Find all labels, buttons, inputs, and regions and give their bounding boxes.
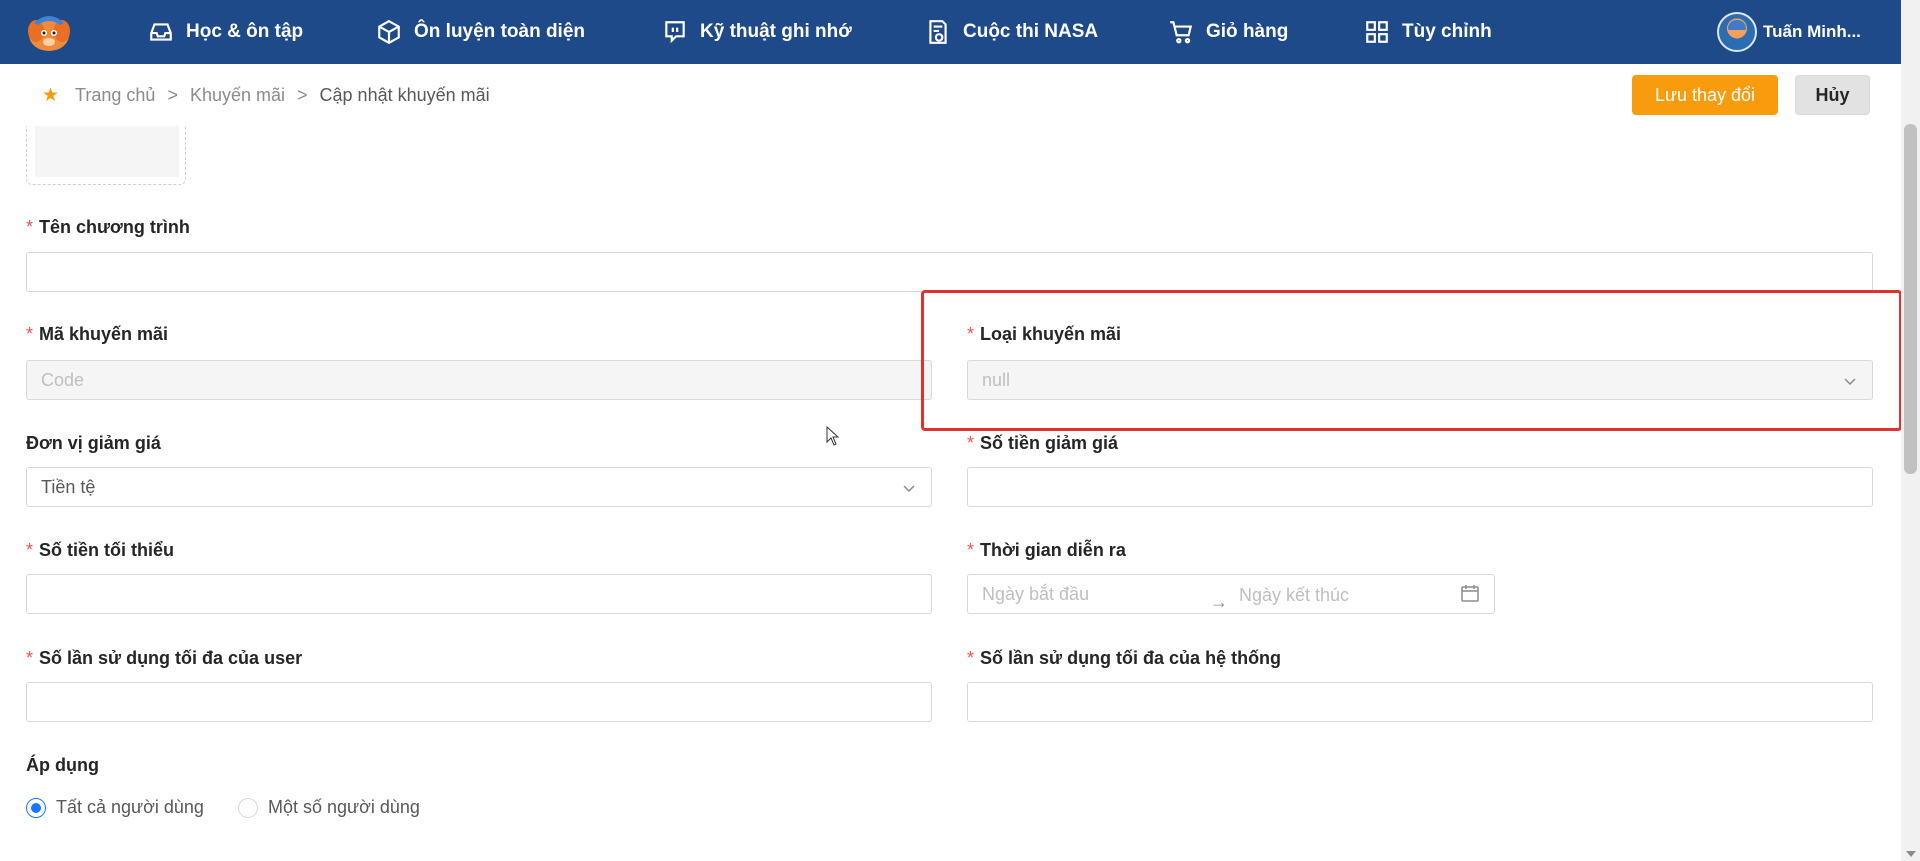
discount-unit-label: Đơn vị giảm giá [26, 433, 161, 453]
required-mark: * [26, 648, 34, 668]
avatar [1717, 12, 1757, 52]
start-date-input[interactable]: Ngày bắt đầu [982, 584, 1089, 605]
star-icon: ★ [42, 84, 60, 106]
radio-button[interactable] [26, 797, 46, 818]
inbox-icon [150, 23, 172, 41]
nav-item-label: Kỹ thuật ghi nhớ [700, 21, 852, 42]
date-range-arrow: → [1210, 592, 1228, 612]
required-mark: * [967, 648, 975, 668]
calendar-icon [1461, 585, 1479, 602]
image-upload[interactable] [26, 126, 186, 185]
save-button[interactable]: Lưu thay đổi [1632, 75, 1778, 115]
max-use-system-input[interactable] [967, 682, 1873, 722]
nav-item-label: Học & ôn tập [186, 21, 304, 42]
discount-unit-select[interactable]: Tiền tệ [26, 467, 932, 507]
breadcrumb-separator: > [167, 84, 178, 105]
logo[interactable] [24, 11, 74, 53]
nav-item-label: Tùy chỉnh [1402, 21, 1492, 42]
chevron-down-icon [903, 485, 915, 493]
max-use-system-label: * Số lần sử dụng tối đa của hệ thống [967, 648, 1282, 668]
user-name: Tuấn Minh... [1763, 22, 1861, 41]
scroll-down-arrow-icon[interactable] [1906, 851, 1916, 857]
chat-bubble-icon [665, 21, 685, 44]
date-range-picker[interactable]: Ngày bắt đầu [967, 574, 1495, 614]
cancel-button[interactable]: Hủy [1795, 75, 1870, 115]
highlight-box [921, 290, 1902, 431]
scrollbar-thumb[interactable] [1904, 124, 1917, 474]
cube-icon [378, 19, 400, 45]
nav-item-memory[interactable]: Kỹ thuật ghi nhớ [662, 0, 852, 64]
nav-item-label: Ôn luyện toàn diện [414, 21, 586, 42]
user-menu[interactable]: Tuấn Minh... [1717, 10, 1861, 54]
radio-all-users[interactable]: Tất cả người dùng [26, 797, 204, 818]
document-badge-icon [929, 20, 947, 44]
radio-label: Tất cả người dùng [56, 797, 204, 817]
breadcrumb-separator: > [297, 84, 308, 105]
top-nav: Học & ôn tập Ôn luyện toàn diện Kỹ thuật… [0, 0, 1901, 64]
max-use-user-label: * Số lần sử dụng tối đa của user [26, 648, 303, 668]
nav-item-label: Cuộc thi NASA [963, 21, 1099, 42]
nav-item-label: Giỏ hàng [1206, 21, 1289, 42]
nav-item-cart[interactable]: Giỏ hàng [1168, 0, 1288, 64]
breadcrumb: ★ Trang chủ > Khuyến mãi > Cập nhật khuy… [42, 82, 490, 108]
min-amount-label: * Số tiền tối thiểu [26, 540, 175, 560]
promo-code-input[interactable]: Code [26, 360, 932, 400]
nav-item-learn[interactable]: Học & ôn tập [148, 0, 303, 64]
radio-button[interactable] [238, 797, 258, 818]
end-date-input[interactable]: Ngày kết thúc [1239, 585, 1349, 606]
promo-code-label: * Mã khuyến mãi [26, 324, 169, 344]
discount-amount-input[interactable] [967, 467, 1873, 507]
required-mark: * [26, 324, 34, 344]
program-name-input[interactable] [26, 252, 1873, 292]
apply-label: Áp dụng [26, 755, 99, 775]
nav-item-nasa[interactable]: Cuộc thi NASA [925, 0, 1098, 64]
duration-label: * Thời gian diễn ra [967, 540, 1126, 560]
grid-icon [1366, 21, 1388, 43]
discount-amount-label: * Số tiền giảm giá [967, 433, 1119, 453]
breadcrumb-promotions[interactable]: Khuyến mãi [190, 85, 285, 106]
required-mark: * [967, 540, 975, 560]
cart-icon [1170, 21, 1193, 44]
mouse-cursor-icon [826, 426, 840, 446]
radio-label: Một số người dùng [268, 797, 420, 817]
min-amount-input[interactable] [26, 574, 932, 614]
image-upload-preview [35, 126, 179, 177]
radio-some-users[interactable]: Một số người dùng [238, 797, 420, 818]
breadcrumb-home[interactable]: Trang chủ [75, 85, 155, 106]
max-use-user-input[interactable] [26, 682, 932, 722]
required-mark: * [26, 217, 34, 237]
nav-item-practice[interactable]: Ôn luyện toàn diện [376, 0, 585, 64]
vertical-scrollbar[interactable] [1901, 0, 1920, 861]
program-name-label: * Tên chương trình [26, 217, 190, 237]
required-mark: * [967, 433, 975, 453]
breadcrumb-current: Cập nhật khuyến mãi [319, 84, 490, 105]
nav-item-customize[interactable]: Tùy chỉnh [1364, 0, 1492, 64]
required-mark: * [26, 540, 34, 560]
